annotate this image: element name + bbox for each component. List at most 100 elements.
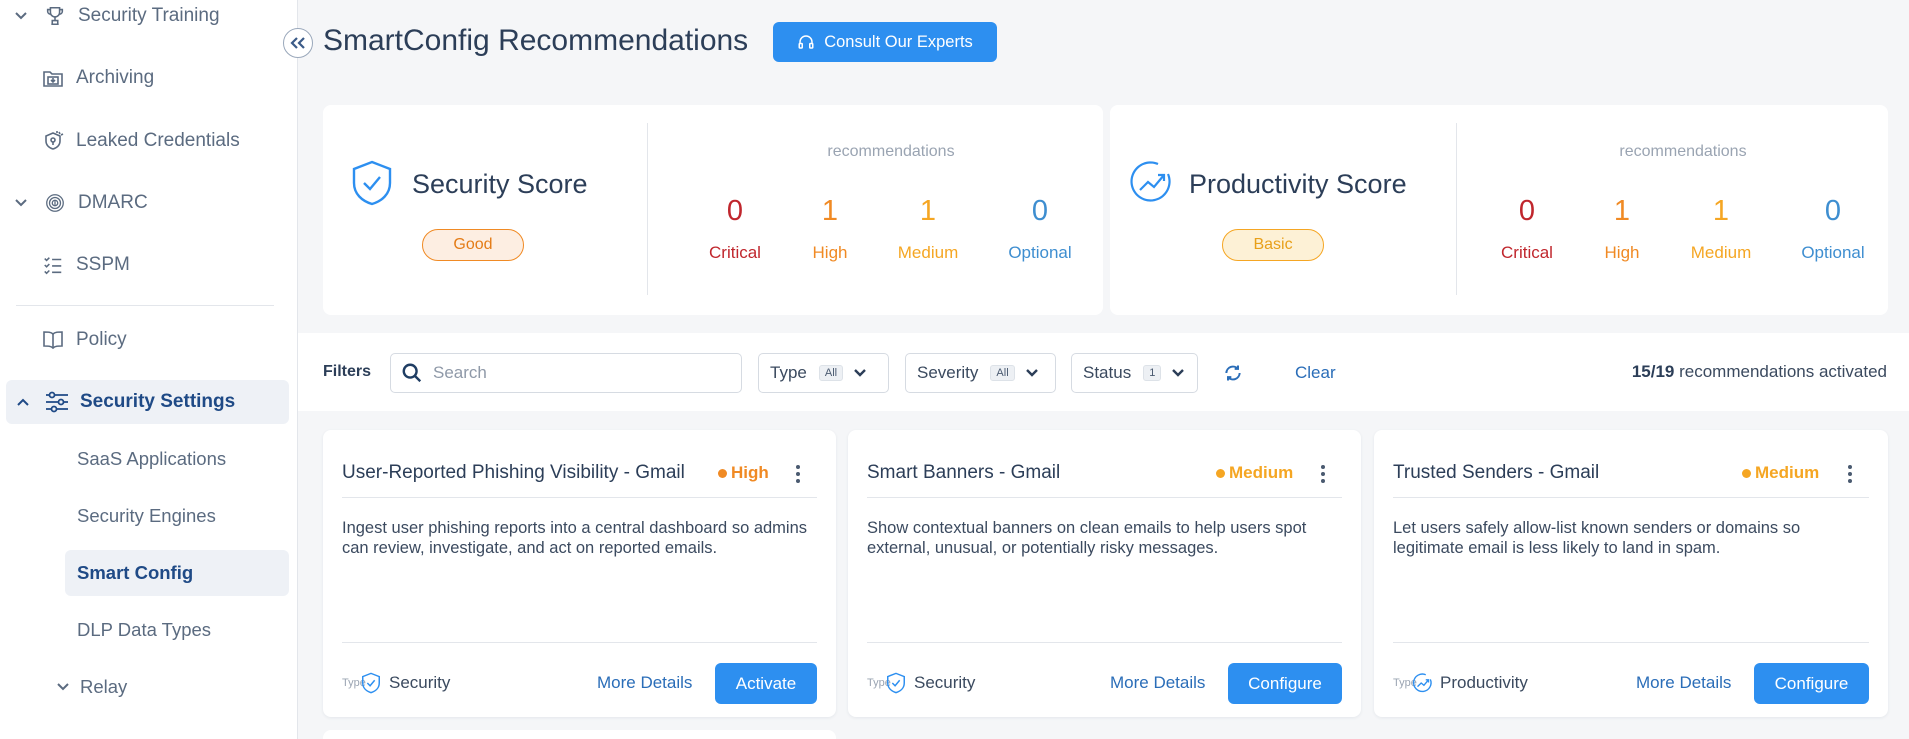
more-options-icon[interactable] bbox=[1847, 465, 1853, 483]
sidebar-subitem-saas-applications[interactable]: SaaS Applications bbox=[65, 436, 289, 482]
critical-count: 0 Critical bbox=[685, 105, 785, 263]
status-filter-label: Status bbox=[1083, 363, 1132, 382]
high-count: 1 High bbox=[1572, 105, 1672, 263]
sidebar-item-security-training[interactable]: Security Training bbox=[0, 0, 290, 38]
search-input[interactable] bbox=[433, 363, 733, 383]
critical-count: 0 Critical bbox=[1477, 105, 1577, 263]
sliders-icon bbox=[44, 389, 70, 415]
medium-count-label: Medium bbox=[897, 243, 959, 262]
type-value: Productivity bbox=[1440, 673, 1528, 692]
recommendation-card: Trusted Senders - Gmail Medium Let users… bbox=[1374, 430, 1888, 717]
more-details-link[interactable]: More Details bbox=[1636, 673, 1731, 693]
trophy-icon bbox=[42, 3, 68, 29]
card-divider bbox=[342, 642, 817, 643]
medium-count-label: Medium bbox=[1690, 243, 1752, 262]
medium-count-value: 1 bbox=[1712, 195, 1730, 227]
severity-badge: High bbox=[718, 463, 769, 483]
sidebar-item-archiving[interactable]: Archiving bbox=[0, 56, 290, 100]
sidebar-item-sspm[interactable]: SSPM bbox=[0, 243, 290, 287]
severity-label: Medium bbox=[1755, 463, 1820, 482]
chevron-down-icon bbox=[853, 368, 867, 378]
checklist-icon bbox=[40, 252, 66, 278]
shield-check-icon bbox=[361, 672, 381, 694]
search-box[interactable] bbox=[390, 353, 742, 393]
sidebar-subitem-label: SaaS Applications bbox=[77, 448, 227, 469]
chevron-down-icon bbox=[56, 682, 80, 692]
severity-label: High bbox=[731, 463, 769, 482]
card-divider bbox=[867, 497, 1342, 498]
productivity-score-panel: Productivity Score Basic recommendations… bbox=[1110, 105, 1888, 315]
clear-filters-link[interactable]: Clear bbox=[1295, 363, 1336, 383]
card-title: Smart Banners - Gmail bbox=[867, 462, 1061, 483]
activate-button[interactable]: Activate bbox=[715, 663, 817, 704]
card-divider bbox=[1393, 497, 1869, 498]
sidebar-item-label: Leaked Credentials bbox=[76, 130, 240, 151]
card-title: Trusted Senders - Gmail bbox=[1393, 462, 1600, 483]
card-description: Let users safely allow-list known sender… bbox=[1393, 519, 1801, 557]
sidebar-item-policy[interactable]: Policy bbox=[0, 318, 290, 362]
headset-icon bbox=[797, 33, 815, 51]
type-filter-select[interactable]: Type All bbox=[758, 353, 889, 393]
sidebar-subitem-label: DLP Data Types bbox=[77, 619, 212, 640]
high-count: 1 High bbox=[780, 105, 880, 263]
optional-count: 0 Optional bbox=[1783, 105, 1883, 263]
refresh-icon[interactable] bbox=[1223, 363, 1243, 383]
sidebar-item-security-settings[interactable]: Security Settings bbox=[6, 380, 289, 424]
chevron-down-icon bbox=[1025, 368, 1039, 378]
page-title: SmartConfig Recommendations bbox=[323, 24, 749, 57]
sidebar-subitem-dlp-data-types[interactable]: DLP Data Types bbox=[65, 607, 289, 653]
sidebar-subitem-label: Smart Config bbox=[77, 562, 194, 583]
card-divider bbox=[342, 497, 817, 498]
recommendation-card: Smart Banners - Gmail Medium Show contex… bbox=[848, 430, 1361, 717]
sidebar-subitem-smart-config[interactable]: Smart Config bbox=[65, 550, 289, 596]
search-icon bbox=[401, 362, 423, 384]
sidebar-item-label: SSPM bbox=[76, 254, 130, 275]
severity-dot bbox=[1216, 468, 1225, 478]
recommendation-card bbox=[323, 730, 836, 739]
medium-count: 1 Medium bbox=[878, 105, 978, 263]
critical-count-value: 0 bbox=[726, 195, 744, 227]
card-divider bbox=[867, 642, 1342, 643]
severity-badge: Medium bbox=[1742, 463, 1819, 483]
type-filter-label: Type bbox=[770, 363, 807, 382]
sidebar-subitem-relay[interactable]: Relay bbox=[52, 664, 276, 710]
productivity-score-badge: Basic bbox=[1222, 229, 1324, 261]
security-score-panel: Security Score Good recommendations 0 Cr… bbox=[323, 105, 1103, 315]
activated-text: recommendations activated bbox=[1679, 362, 1887, 381]
fingerprint-icon bbox=[42, 190, 68, 216]
type-value: Security bbox=[914, 673, 976, 692]
sidebar-item-leaked-credentials[interactable]: Leaked Credentials bbox=[0, 119, 290, 163]
filters-label: Filters bbox=[323, 363, 372, 380]
configure-button[interactable]: Configure bbox=[1754, 663, 1869, 704]
high-count-label: High bbox=[1604, 243, 1640, 262]
archive-icon bbox=[40, 65, 66, 91]
severity-badge: Medium bbox=[1216, 463, 1293, 483]
security-score-title: Security Score bbox=[412, 169, 588, 199]
sidebar-item-label: Security Training bbox=[78, 5, 220, 26]
more-details-link[interactable]: More Details bbox=[1110, 673, 1205, 693]
optional-count-label: Optional bbox=[1801, 243, 1865, 262]
configure-button[interactable]: Configure bbox=[1228, 663, 1342, 704]
medium-count: 1 Medium bbox=[1671, 105, 1771, 263]
shield-check-icon bbox=[886, 672, 906, 694]
chevron-up-icon bbox=[16, 397, 32, 407]
recommendation-card: User-Reported Phishing Visibility - Gmai… bbox=[323, 430, 836, 717]
collapse-sidebar-button[interactable] bbox=[283, 28, 313, 58]
sidebar-subitem-label: Relay bbox=[80, 676, 128, 697]
status-filter-select[interactable]: Status 1 bbox=[1071, 353, 1198, 393]
severity-dot bbox=[1742, 468, 1751, 478]
sidebar-item-dmarc[interactable]: DMARC bbox=[0, 181, 290, 225]
productivity-score-title: Productivity Score bbox=[1189, 169, 1407, 199]
consult-experts-button[interactable]: Consult Our Experts bbox=[773, 22, 997, 62]
more-options-icon[interactable] bbox=[1320, 465, 1326, 483]
optional-count-label: Optional bbox=[1008, 243, 1072, 262]
severity-filter-select[interactable]: Severity All bbox=[905, 353, 1056, 393]
sidebar-subitem-security-engines[interactable]: Security Engines bbox=[65, 493, 289, 539]
sidebar-item-label: DMARC bbox=[78, 192, 148, 213]
high-count-value: 1 bbox=[1613, 195, 1631, 227]
more-details-link[interactable]: More Details bbox=[597, 673, 692, 693]
type-value: Security bbox=[389, 673, 451, 692]
severity-dot bbox=[718, 468, 727, 478]
double-chevron-left-icon bbox=[290, 37, 305, 49]
more-options-icon[interactable] bbox=[795, 465, 801, 483]
